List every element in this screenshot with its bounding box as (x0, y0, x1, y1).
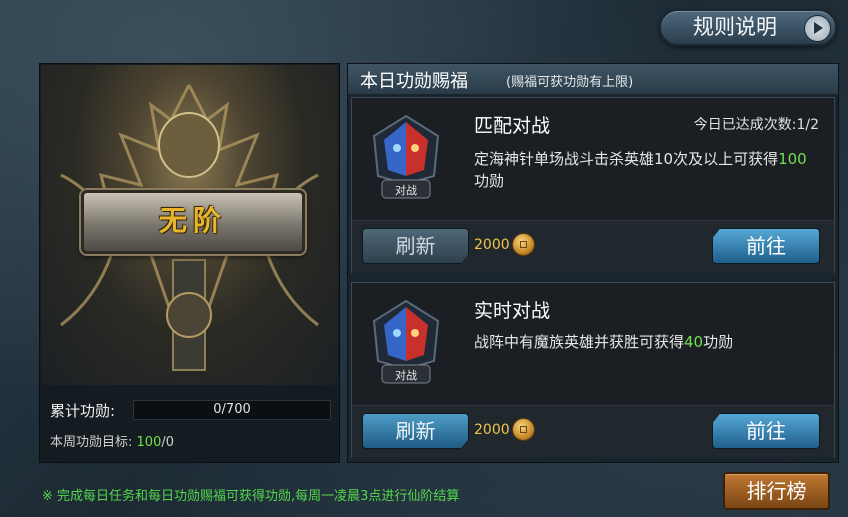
battle-emblem-icon: 对战 (372, 114, 440, 199)
daily-blessing-title: 本日功勋赐福 (360, 71, 468, 92)
battle-emblem-icon: 对战 (372, 299, 440, 384)
weekly-target-label: 本周功勋目标: (50, 435, 133, 450)
task-title: 实时对战 (474, 300, 551, 322)
task-reward-value: 100 (778, 150, 807, 168)
play-arrow-icon (804, 15, 831, 42)
go-button[interactable]: 前往 (712, 413, 820, 449)
cumulative-exploit-value: 0/700 (213, 402, 251, 417)
weekly-target-value: 100 (136, 435, 162, 450)
task-description: 定海神针单场战斗击杀英雄10次及以上可获得100功勋 (474, 150, 807, 190)
task-card-realtime: 对战 实时对战 战阵中有魔族英雄并获胜可获得40功勋 刷新 2000 前往 (351, 282, 835, 458)
rank-emblem-art: 无阶 (41, 65, 338, 385)
task-reward-value: 40 (684, 333, 704, 351)
emblem-label: 对战 (395, 183, 417, 197)
refresh-cost: 2000 (474, 237, 510, 253)
cumulative-exploit-bar: 0/700 (133, 400, 331, 420)
rank-panel: 无阶 累计功勋: 0/700 本周功勋目标: 100/0 (39, 63, 340, 463)
refresh-button[interactable]: 刷新 (362, 228, 469, 264)
go-button[interactable]: 前往 (712, 228, 820, 264)
task-card-match: 对战 匹配对战 今日已达成次数:1/2 定海神针单场战斗击杀英雄10次及以上可获… (351, 97, 835, 273)
daily-blessing-panel: 本日功勋赐福 (赐福可获功勋有上限) 对战 匹配对战 今日已达成次数:1/2 定… (347, 63, 839, 463)
coin-icon (512, 233, 535, 256)
refresh-button[interactable]: 刷新 (362, 413, 469, 449)
weekly-target-suffix: /0 (161, 435, 175, 450)
task-title: 匹配对战 (474, 115, 551, 137)
weekly-target: 本周功勋目标: 100/0 (50, 431, 174, 450)
emblem-label: 对战 (395, 368, 417, 382)
footer-tip: ※ 完成每日任务和每日功勋赐福可获得功勋,每周一凌晨3点进行仙阶结算 (42, 489, 460, 504)
daily-blessing-note: (赐福可获功勋有上限) (506, 75, 634, 90)
leaderboard-button[interactable]: 排行榜 (723, 472, 830, 510)
refresh-cost: 2000 (474, 422, 510, 438)
coin-icon (512, 418, 535, 441)
daily-blessing-header: 本日功勋赐福 (赐福可获功勋有上限) (348, 64, 838, 94)
rules-button[interactable]: 规则说明 (659, 9, 837, 46)
rank-plate: 无阶 (81, 190, 305, 254)
task-completion-count: 今日已达成次数:1/2 (693, 117, 819, 133)
rules-button-label: 规则说明 (693, 15, 777, 39)
cumulative-exploit-label: 累计功勋: (50, 402, 116, 420)
task-description: 战阵中有魔族英雄并获胜可获得40功勋 (474, 333, 734, 351)
